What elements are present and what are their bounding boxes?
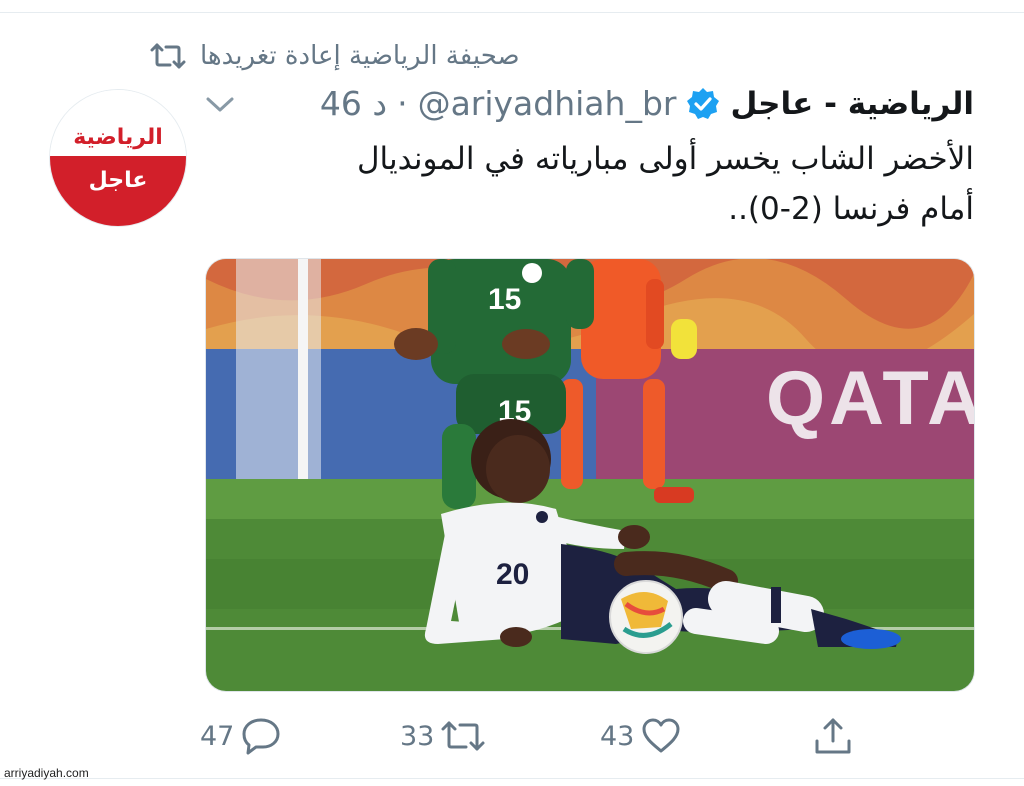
avatar-subtitle: عاجل bbox=[88, 168, 148, 193]
retweet-icon bbox=[150, 41, 186, 71]
avatar-logo-area: الرياضية bbox=[50, 90, 186, 156]
reply-icon bbox=[240, 716, 282, 756]
retweet-button[interactable]: 33 bbox=[400, 710, 486, 762]
verified-badge-icon bbox=[686, 87, 720, 121]
photo-board-text: QATAR bbox=[766, 356, 974, 441]
avatar-banner: عاجل bbox=[50, 156, 186, 226]
retweet-context[interactable]: صحيفة الرياضية إعادة تغريدها bbox=[150, 38, 520, 74]
like-button[interactable]: 43 bbox=[600, 710, 682, 762]
bottom-divider bbox=[0, 778, 1024, 779]
retweet-context-text: صحيفة الرياضية إعادة تغريدها bbox=[200, 41, 520, 71]
retweet-count: 33 bbox=[400, 720, 435, 752]
share-button[interactable] bbox=[812, 710, 854, 762]
watermark: arriyadiyah.com bbox=[4, 766, 89, 780]
avatar[interactable]: الرياضية عاجل bbox=[50, 90, 186, 226]
display-name[interactable]: الرياضية - عاجل bbox=[730, 86, 974, 122]
chevron-down-icon[interactable] bbox=[205, 94, 235, 114]
svg-text:15: 15 bbox=[488, 283, 521, 316]
like-count: 43 bbox=[600, 720, 635, 752]
tweet-header: 46 د · @ariyadhiah_br الرياضية - عاجل bbox=[205, 84, 974, 123]
tweet-text: الأخضر الشاب يخسر أولى مبارياته في المون… bbox=[230, 134, 974, 234]
top-divider bbox=[0, 12, 1024, 13]
share-icon bbox=[812, 715, 854, 757]
reply-button[interactable]: 47 bbox=[200, 710, 282, 762]
user-handle[interactable]: @ariyadhiah_br bbox=[418, 84, 677, 123]
tweet-time[interactable]: 46 د bbox=[320, 84, 387, 123]
meta-separator: · bbox=[397, 84, 408, 123]
avatar-logo: الرياضية bbox=[73, 125, 164, 150]
tweet-photo[interactable]: 15 15 20 QATAR bbox=[206, 259, 974, 691]
tweet-text-line: الأخضر الشاب يخسر أولى مبارياته في المون… bbox=[356, 141, 974, 177]
like-icon bbox=[640, 716, 682, 756]
svg-text:20: 20 bbox=[496, 558, 529, 591]
reply-count: 47 bbox=[200, 720, 235, 752]
tweet-text-line: أمام فرنسا (2-0).. bbox=[728, 191, 974, 227]
tweet-meta: 46 د · @ariyadhiah_br الرياضية - عاجل bbox=[320, 84, 974, 123]
retweet-icon bbox=[440, 718, 486, 754]
tweet-actions: 47 33 43 bbox=[200, 710, 860, 762]
